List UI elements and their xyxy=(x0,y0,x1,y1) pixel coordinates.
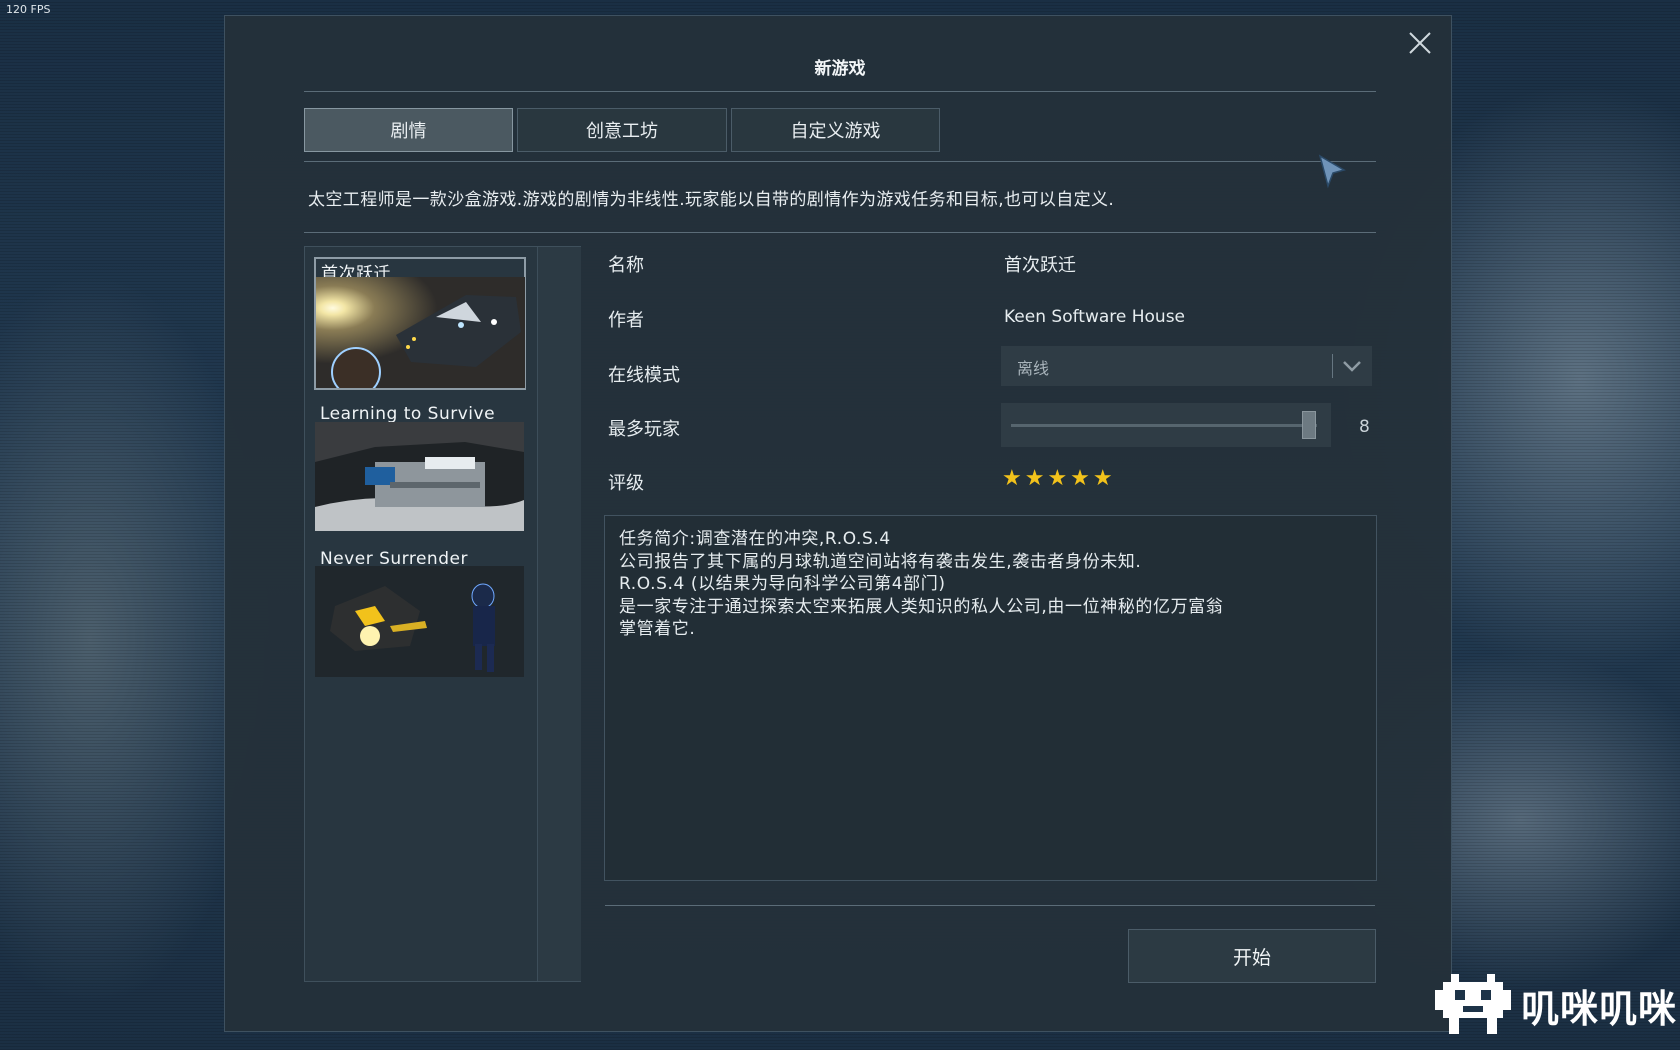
tab-custom-game[interactable]: 自定义游戏 xyxy=(731,108,940,152)
scenario-thumbnail-learning-to-survive xyxy=(315,422,524,531)
scenario-thumbnail-never-surrender xyxy=(315,566,524,677)
briefing-line: 掌管着它. xyxy=(619,619,696,639)
scenario-item-never-surrender[interactable]: Never Surrender xyxy=(315,547,526,677)
start-button[interactable]: 开始 xyxy=(1128,929,1376,983)
description-divider xyxy=(304,232,1376,233)
name-label: 名称 xyxy=(608,255,644,276)
max-players-label: 最多玩家 xyxy=(608,419,680,440)
pixel-robot-icon xyxy=(1435,974,1511,1034)
online-mode-value: 离线 xyxy=(1017,359,1050,378)
fps-counter: 120 FPS xyxy=(6,3,51,16)
name-value: 首次跃迁 xyxy=(1004,255,1076,276)
rating-label: 评级 xyxy=(608,473,644,494)
briefing-line: R.O.S.4 (以结果为导向科学公司第4部门) xyxy=(619,574,946,594)
dialog-title: 新游戏 xyxy=(814,59,866,79)
close-icon[interactable] xyxy=(1407,30,1433,56)
briefing-textbox[interactable]: 任务简介:调查潜在的冲突,R.O.S.4 公司报告了其下属的月球轨道空间站将有袭… xyxy=(604,515,1377,881)
title-divider xyxy=(304,91,1376,92)
briefing-line: 是一家专注于通过探索太空来拓展人类知识的私人公司,由一位神秘的亿万富翁 xyxy=(619,596,1224,617)
online-mode-label: 在线模式 xyxy=(608,365,680,386)
scenario-title: Learning to Survive xyxy=(320,404,496,424)
scenario-list-scrollbar[interactable] xyxy=(537,247,581,981)
slider-track xyxy=(1011,424,1317,427)
briefing-line: 公司报告了其下属的月球轨道空间站将有袭击发生,袭击者身份未知. xyxy=(619,551,1142,572)
dropdown-separator xyxy=(1332,354,1333,378)
tab-workshop[interactable]: 创意工坊 xyxy=(517,108,727,152)
author-label: 作者 xyxy=(608,310,644,331)
max-players-slider[interactable] xyxy=(1001,403,1331,447)
footer-divider xyxy=(605,905,1375,906)
tabs-divider xyxy=(304,161,1376,162)
watermark-logo: 叽咪叽咪 xyxy=(1435,972,1677,1038)
mouse-cursor-icon xyxy=(1318,154,1346,189)
chevron-down-icon xyxy=(1343,361,1361,372)
scenario-thumbnail-first-jump xyxy=(316,277,525,388)
scenario-item-first-jump[interactable]: 首次跃迁 xyxy=(314,257,526,390)
scenario-item-learning-to-survive[interactable]: Learning to Survive xyxy=(315,402,526,531)
rating-stars: ★★★★★ xyxy=(1002,466,1116,491)
watermark-text: 叽咪叽咪 xyxy=(1521,986,1678,1031)
briefing-line: 任务简介:调查潜在的冲突,R.O.S.4 xyxy=(619,529,891,549)
tab-scenario[interactable]: 剧情 xyxy=(304,108,513,152)
author-value: Keen Software House xyxy=(1004,307,1186,327)
game-description: 太空工程师是一款沙盒游戏.游戏的剧情为非线性.玩家能以自带的剧情作为游戏任务和目… xyxy=(308,190,1115,210)
online-mode-dropdown[interactable]: 离线 xyxy=(1001,346,1372,386)
max-players-value: 8 xyxy=(1359,417,1370,437)
slider-handle[interactable] xyxy=(1302,411,1316,439)
